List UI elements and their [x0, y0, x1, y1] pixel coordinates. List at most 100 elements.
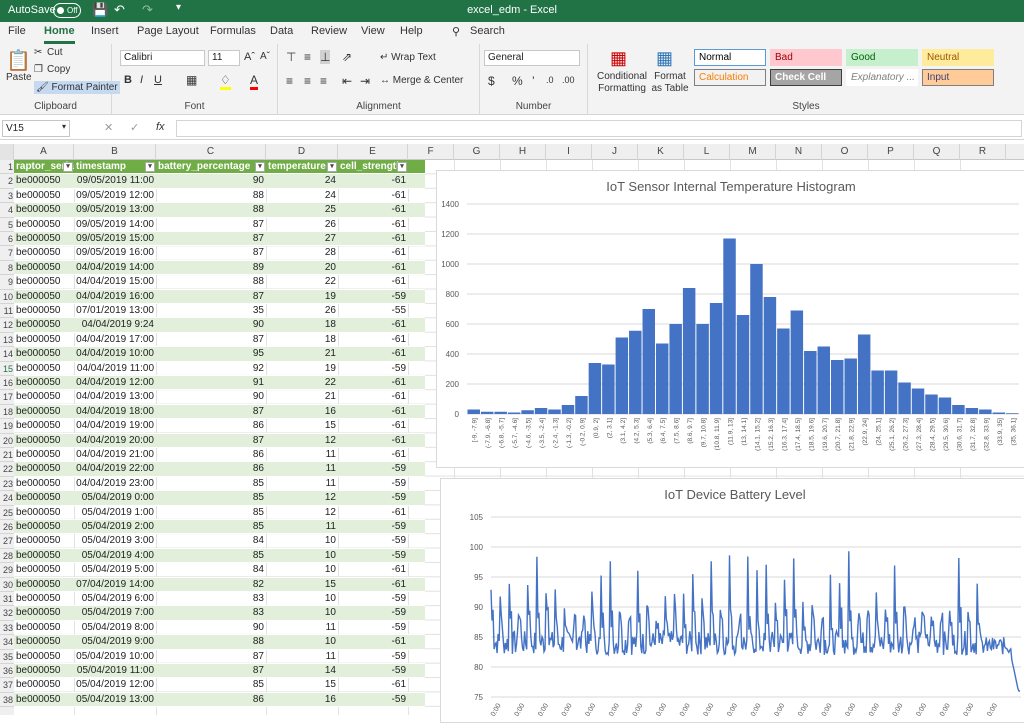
table-cell[interactable]: 90 — [156, 390, 266, 404]
table-cell[interactable]: 05/04/2019 9:00 — [74, 635, 156, 649]
table-cell[interactable]: -59 — [338, 477, 408, 491]
table-cell[interactable]: 11 — [266, 477, 338, 491]
table-cell[interactable]: 04/04/2019 9:24 — [74, 318, 156, 332]
table-cell[interactable]: 85 — [156, 477, 266, 491]
table-cell[interactable]: 24 — [266, 189, 338, 203]
table-cell[interactable]: 12 — [266, 491, 338, 505]
table-cell[interactable]: be000050 — [14, 419, 74, 433]
row-header[interactable]: 9 — [0, 275, 14, 290]
row-header[interactable]: 19 — [0, 419, 14, 434]
table-cell[interactable]: 87 — [156, 405, 266, 419]
table-cell[interactable]: -61 — [338, 261, 408, 275]
tab-formulas[interactable]: Formulas — [210, 25, 256, 44]
row-header[interactable]: 20 — [0, 434, 14, 448]
battery-line-chart[interactable]: IoT Device Battery Level 75 80 85 90 95 100 10… — [440, 478, 1024, 723]
table-header-cell[interactable]: temperature ▾ — [266, 160, 338, 174]
row-header[interactable]: 37 — [0, 678, 14, 693]
table-cell[interactable]: 90 — [156, 174, 266, 188]
table-cell[interactable]: 85 — [156, 506, 266, 520]
row-header[interactable]: 15 — [0, 362, 14, 376]
table-cell[interactable]: 05/04/2019 1:00 — [74, 506, 156, 520]
table-cell[interactable]: 27 — [266, 232, 338, 246]
align-center-icon[interactable]: ≡ — [304, 74, 311, 88]
table-cell[interactable]: 18 — [266, 333, 338, 347]
table-cell[interactable]: 04/04/2019 12:00 — [74, 376, 156, 390]
battery-series-line[interactable] — [490, 551, 1020, 692]
histogram-bar[interactable] — [521, 410, 534, 414]
table-cell[interactable]: 11 — [266, 462, 338, 476]
row-header[interactable]: 35 — [0, 650, 14, 664]
font-name-select[interactable]: Calibri — [120, 50, 205, 66]
table-cell[interactable]: be000050 — [14, 448, 74, 462]
column-header-e[interactable]: E — [338, 144, 408, 160]
histogram-bar[interactable] — [804, 351, 817, 414]
align-left-icon[interactable]: ≡ — [286, 74, 293, 88]
histogram-bar[interactable] — [736, 315, 750, 414]
table-cell[interactable]: 09/05/2019 11:00 — [74, 174, 156, 188]
table-cell[interactable]: 04/04/2019 23:00 — [74, 477, 156, 491]
cut-button[interactable]: Cut — [47, 47, 63, 58]
histogram-bar[interactable] — [790, 310, 804, 415]
table-cell[interactable]: 87 — [156, 218, 266, 232]
row-header[interactable]: 25 — [0, 506, 14, 520]
table-cell[interactable]: be000050 — [14, 678, 74, 692]
histogram-bar[interactable] — [992, 412, 1006, 415]
column-header-r[interactable]: R — [960, 144, 1006, 160]
table-cell[interactable]: 16 — [266, 693, 338, 707]
number-format-select[interactable]: General — [484, 50, 580, 66]
histogram-bar[interactable] — [669, 324, 682, 414]
align-bottom-icon[interactable]: ⊥ — [320, 50, 331, 64]
shrink-font-icon[interactable]: Aˇ — [260, 51, 270, 62]
table-cell[interactable]: 11 — [266, 650, 338, 664]
table-cell[interactable]: 84 — [156, 563, 266, 577]
table-cell[interactable]: -61 — [338, 678, 408, 692]
table-cell[interactable]: 09/05/2019 16:00 — [74, 246, 156, 260]
histogram-bar[interactable] — [548, 409, 561, 415]
table-cell[interactable]: be000050 — [14, 491, 74, 505]
merge-center-button[interactable]: ↔ Merge & Center — [380, 75, 463, 86]
table-cell[interactable]: 86 — [156, 462, 266, 476]
table-cell[interactable]: -59 — [338, 520, 408, 534]
tab-help[interactable]: Help — [400, 25, 423, 44]
table-cell[interactable]: 88 — [156, 275, 266, 289]
grow-font-icon[interactable]: Aˆ — [244, 51, 255, 63]
table-cell[interactable]: be000050 — [14, 318, 74, 332]
column-header-a[interactable]: A — [14, 144, 74, 160]
table-cell[interactable]: be000050 — [14, 506, 74, 520]
table-cell[interactable]: 04/04/2019 22:00 — [74, 462, 156, 476]
align-right-icon[interactable]: ≡ — [320, 74, 327, 88]
tab-data[interactable]: Data — [270, 25, 293, 44]
table-cell[interactable]: be000050 — [14, 549, 74, 563]
row-header[interactable]: 21 — [0, 448, 14, 463]
table-cell[interactable]: 92 — [156, 362, 266, 376]
table-cell[interactable]: 04/04/2019 21:00 — [74, 448, 156, 462]
histogram-bar[interactable] — [938, 397, 952, 415]
table-cell[interactable]: 20 — [266, 261, 338, 275]
table-cell[interactable]: be000050 — [14, 246, 74, 260]
column-header-c[interactable]: C — [156, 144, 266, 160]
table-cell[interactable]: -61 — [338, 419, 408, 433]
row-header[interactable]: 14 — [0, 347, 14, 362]
table-cell[interactable]: 05/04/2019 2:00 — [74, 520, 156, 534]
table-cell[interactable]: 04/04/2019 10:00 — [74, 347, 156, 361]
cancel-icon[interactable]: ✕ — [104, 121, 113, 134]
row-header[interactable]: 3 — [0, 189, 14, 204]
table-cell[interactable]: be000050 — [14, 693, 74, 707]
table-cell[interactable]: -59 — [338, 592, 408, 606]
row-header[interactable]: 30 — [0, 578, 14, 592]
orientation-icon[interactable]: ⇗ — [342, 50, 352, 64]
row-header[interactable]: 1 — [0, 160, 14, 175]
table-cell[interactable]: 86 — [156, 419, 266, 433]
histogram-bar[interactable] — [480, 411, 494, 414]
table-cell[interactable]: 82 — [156, 578, 266, 592]
histogram-bar[interactable] — [1006, 413, 1019, 414]
table-cell[interactable]: 10 — [266, 635, 338, 649]
table-cell[interactable]: 19 — [266, 290, 338, 304]
bold-icon[interactable]: B — [124, 74, 132, 86]
histogram-bar[interactable] — [629, 330, 642, 414]
histogram-bar[interactable] — [925, 394, 938, 415]
insert-function-icon[interactable]: fx — [156, 121, 165, 133]
table-cell[interactable]: 90 — [156, 318, 266, 332]
select-all-corner[interactable] — [0, 144, 14, 160]
table-cell[interactable]: -59 — [338, 290, 408, 304]
